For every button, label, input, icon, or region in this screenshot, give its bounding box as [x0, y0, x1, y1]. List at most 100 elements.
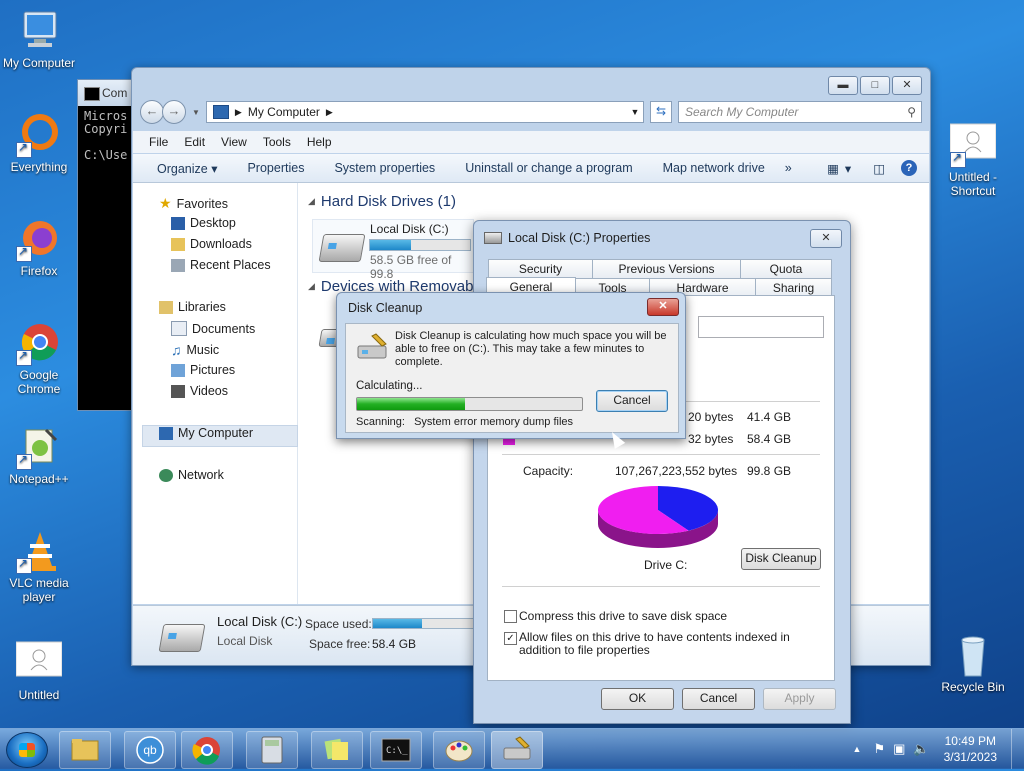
group-hard-disk-drives[interactable]: Hard Disk Drives (1) [308, 193, 456, 210]
taskbar-chrome-button[interactable] [181, 731, 233, 769]
breadcrumb-my-computer[interactable]: My Computer [248, 105, 320, 119]
nav-label: Documents [192, 321, 256, 336]
nav-network[interactable]: Network [159, 468, 224, 482]
apply-button[interactable]: Apply [763, 688, 836, 710]
disk-cleanup-cancel-button[interactable]: Cancel [596, 390, 668, 412]
preview-pane-icon[interactable]: ◫ [873, 161, 885, 176]
drive-usage-bar [369, 239, 471, 251]
nav-my-computer[interactable]: My Computer [159, 426, 253, 440]
disk-cleanup-close-button[interactable]: ✕ [647, 298, 679, 316]
cancel-button[interactable]: Cancel [682, 688, 755, 710]
breadcrumb-separator-icon: ▶ [325, 106, 333, 117]
compress-checkbox[interactable] [504, 610, 517, 623]
taskbar-sticky-notes-button[interactable] [311, 731, 363, 769]
calculator-icon [261, 736, 283, 764]
menu-help[interactable]: Help [307, 135, 332, 149]
details-space-used-label: Space used: [305, 617, 372, 631]
organize-button[interactable]: Organize ▾ [157, 161, 217, 176]
menu-edit[interactable]: Edit [184, 135, 205, 149]
desktop-icon-chrome[interactable]: Google Chrome [1, 320, 77, 396]
taskbar-qbittorrent-button[interactable]: qb [124, 731, 176, 769]
desktop-icon-label: My Computer [2, 56, 76, 70]
back-button[interactable]: ← [140, 100, 164, 124]
nav-videos[interactable]: Videos [171, 384, 228, 398]
cmd-line: Micros [84, 109, 128, 123]
desktop-icon-label: Recycle Bin [941, 680, 1005, 694]
disk-cleanup-dialog[interactable]: Disk Cleanup ✕ Disk Cleanup is calculati… [336, 292, 686, 439]
nav-pictures[interactable]: Pictures [171, 363, 235, 377]
ok-button[interactable]: OK [601, 688, 674, 710]
more-commands-button[interactable]: » [785, 161, 792, 175]
menu-file[interactable]: File [149, 135, 168, 149]
desktop-icon-untitled-shortcut[interactable]: Untitled - Shortcut [935, 122, 1011, 198]
nav-favorites[interactable]: ★ Favorites [159, 195, 228, 212]
menu-tools[interactable]: Tools [263, 135, 291, 149]
clock[interactable]: 10:49 PM 3/31/2023 [930, 733, 1011, 765]
disk-cleanup-status: Calculating... [356, 380, 423, 392]
forward-button[interactable]: → [162, 100, 186, 124]
close-button[interactable]: ✕ [892, 76, 922, 95]
desktop-icon-vlc[interactable]: VLC media player [1, 528, 77, 604]
disk-cleanup-scanning: Scanning: System error memory dump files [356, 416, 574, 428]
minimize-button[interactable]: ▬ [828, 76, 858, 95]
computer-icon [159, 426, 173, 440]
index-checkbox[interactable]: ✓ [504, 632, 517, 645]
system-properties-button[interactable]: System properties [334, 161, 435, 175]
disk-cleanup-button[interactable]: Disk Cleanup [741, 548, 821, 570]
disk-usage-pie [598, 486, 718, 548]
maximize-button[interactable]: □ [860, 76, 890, 95]
taskbar-calculator-button[interactable] [246, 731, 298, 769]
start-button[interactable] [6, 732, 48, 768]
desktop-icon-untitled[interactable]: Untitled [1, 640, 77, 702]
nav-desktop[interactable]: Desktop [171, 216, 236, 230]
disk-cleanup-body: Disk Cleanup is calculating how much spa… [345, 323, 679, 433]
desktop-icon-firefox[interactable]: Firefox [1, 216, 77, 278]
cmd-window[interactable]: Com Micros Copyri C:\Use [77, 79, 139, 411]
help-icon[interactable]: ? [901, 160, 917, 176]
action-center-flag-icon[interactable]: ⚑ [873, 741, 885, 757]
address-bar[interactable]: ▶ My Computer ▶ ▼ [205, 101, 644, 123]
address-dropdown-icon[interactable]: ▼ [627, 107, 643, 117]
nav-label: Libraries [178, 300, 226, 314]
shortcut-arrow-icon [950, 150, 966, 168]
disk-cleanup-progress-bar [356, 397, 583, 411]
show-desktop-button[interactable] [1011, 729, 1024, 769]
documents-icon [171, 321, 187, 336]
command-bar: Organize ▾ Properties System properties … [133, 154, 929, 183]
desktop-icon-everything[interactable]: Everything [1, 112, 77, 174]
properties-close-button[interactable]: ✕ [810, 229, 842, 248]
view-options-icon[interactable]: ▦▾ [827, 161, 857, 176]
desktop-icon-label: VLC media player [9, 576, 69, 604]
nav-recent-places[interactable]: Recent Places [171, 258, 271, 272]
map-network-drive-button[interactable]: Map network drive [663, 161, 765, 175]
hard-drive-icon [318, 234, 366, 262]
nav-libraries[interactable]: Libraries [159, 300, 226, 314]
taskbar-disk-cleanup-button[interactable] [491, 731, 543, 769]
volume-label-input[interactable] [698, 316, 824, 338]
search-placeholder: Search My Computer [685, 105, 799, 119]
nav-label: My Computer [178, 426, 254, 440]
recent-pages-chevron-icon[interactable]: ▼ [192, 108, 200, 117]
desktop-icon-my-computer[interactable]: My Computer [1, 8, 77, 70]
tab-quota[interactable]: Quota [740, 259, 832, 279]
volume-muted-icon[interactable]: 🔈 [913, 741, 929, 757]
show-hidden-icons-chevron-icon[interactable]: ▲ [853, 744, 862, 754]
nav-documents[interactable]: Documents [171, 321, 255, 336]
details-drive-type: Local Disk [217, 634, 273, 648]
desktop-icon-recycle-bin[interactable]: Recycle Bin [935, 632, 1011, 694]
menu-view[interactable]: View [221, 135, 247, 149]
nav-downloads[interactable]: Downloads [171, 237, 252, 251]
taskbar-paint-button[interactable] [433, 731, 485, 769]
refresh-button[interactable]: ⇆ [650, 101, 672, 123]
desktop-icon-notepadpp[interactable]: Notepad++ [1, 424, 77, 486]
network-status-icon[interactable]: ▣ [893, 741, 905, 757]
drive-tile-c[interactable]: Local Disk (C:) 58.5 GB free of 99.8 [312, 219, 474, 281]
taskbar-cmd-button[interactable]: C:\_ [370, 731, 422, 769]
search-input[interactable]: Search My Computer ⚲ [678, 101, 922, 123]
nav-music[interactable]: ♫ Music [171, 342, 219, 358]
tab-security[interactable]: Security [488, 259, 593, 279]
tab-previous-versions[interactable]: Previous Versions [592, 259, 741, 279]
taskbar-explorer-button[interactable] [59, 731, 111, 769]
properties-button[interactable]: Properties [247, 161, 304, 175]
uninstall-program-button[interactable]: Uninstall or change a program [465, 161, 632, 175]
